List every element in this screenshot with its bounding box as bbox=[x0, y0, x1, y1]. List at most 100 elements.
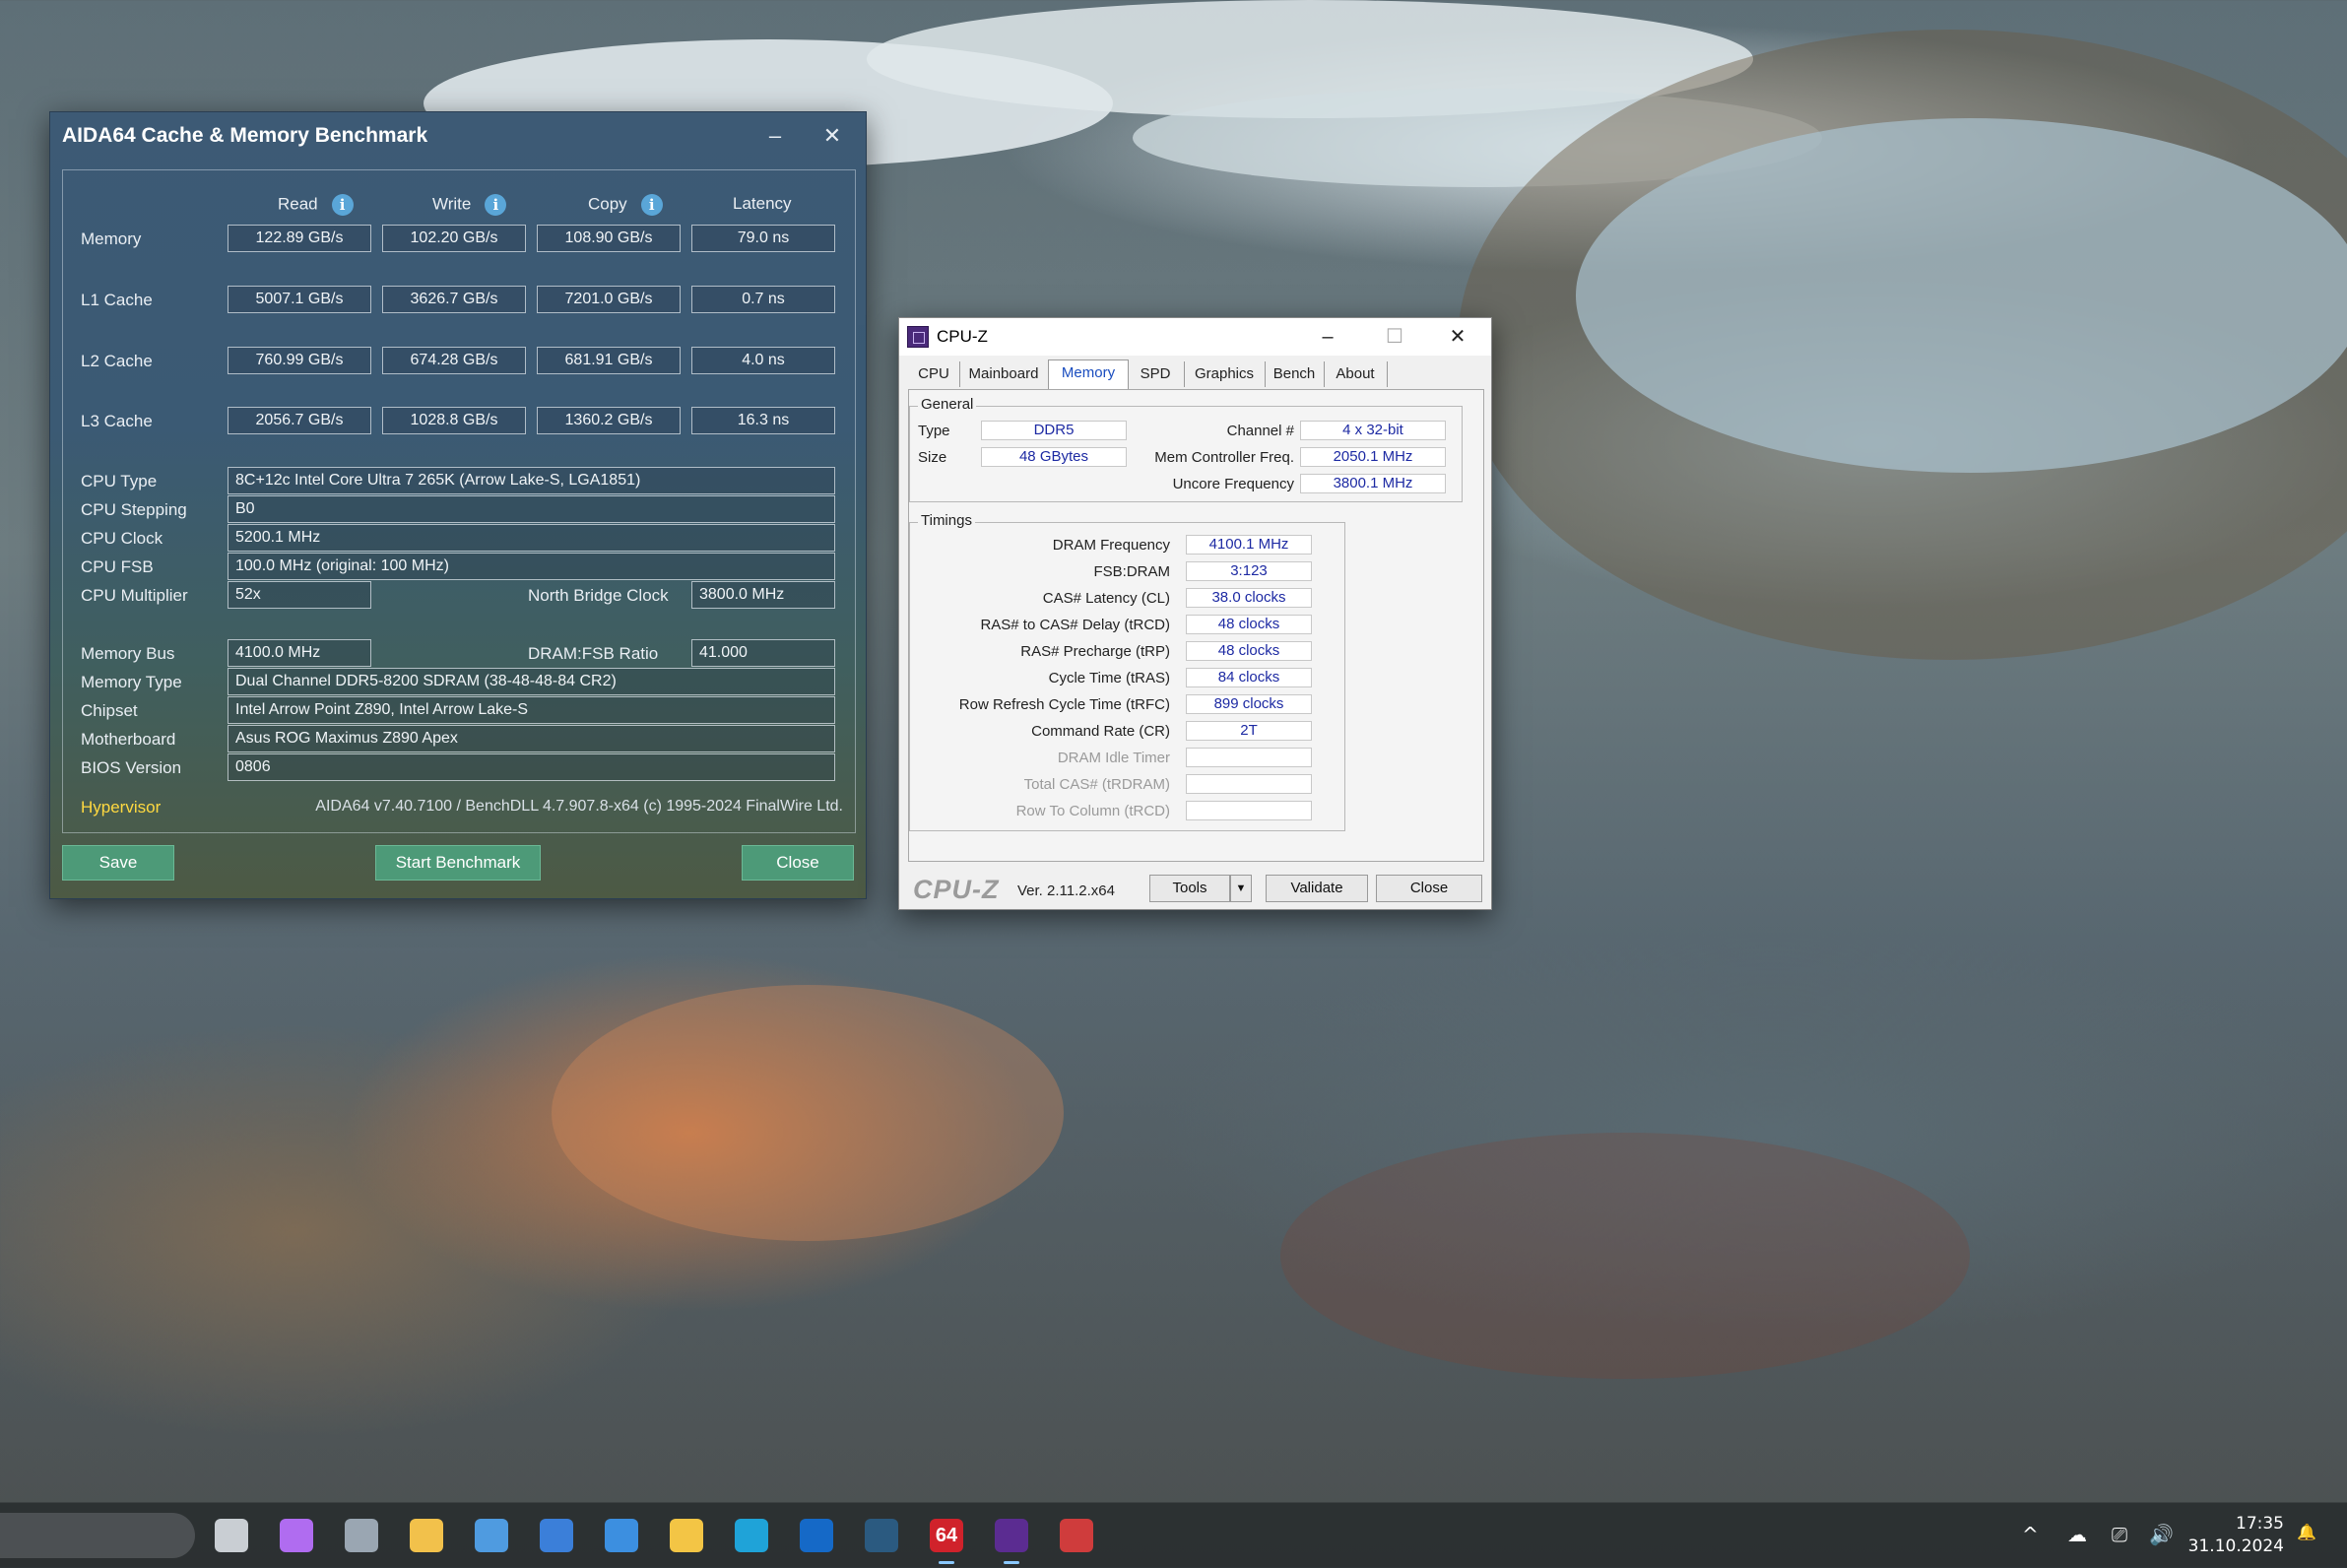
bios-version-value: 0806 bbox=[228, 753, 835, 781]
taskbar-clock[interactable]: 17:35 31.10.2024 bbox=[2188, 1513, 2284, 1558]
control-panel-icon[interactable] bbox=[475, 1519, 508, 1552]
close-button[interactable]: Close bbox=[742, 845, 854, 881]
l3-latency-value: 16.3 ns bbox=[691, 407, 835, 434]
outlook-icon[interactable] bbox=[800, 1519, 833, 1552]
cpu-stepping-label: CPU Stepping bbox=[81, 500, 187, 519]
timing-label: Total CAS# (tRDRAM) bbox=[1023, 776, 1170, 793]
bios-version-label: BIOS Version bbox=[81, 758, 182, 777]
memory-type-label: Memory Type bbox=[81, 673, 182, 691]
uncore-frequency-value: 3800.1 MHz bbox=[1300, 474, 1446, 493]
aida-titlebar[interactable]: AIDA64 Cache & Memory Benchmark – ✕ bbox=[50, 112, 866, 162]
cpu-type-label: CPU Type bbox=[81, 472, 158, 490]
tab-memory[interactable]: Memory bbox=[1048, 359, 1129, 390]
device-tool-icon[interactable] bbox=[1060, 1519, 1093, 1552]
tools-dropdown-icon[interactable]: ▼ bbox=[1230, 875, 1252, 902]
general-group-title: General bbox=[918, 396, 977, 413]
l2-copy-value: 681.91 GB/s bbox=[537, 347, 681, 374]
tab-cpu[interactable]: CPU bbox=[908, 361, 960, 387]
north-bridge-clock-value: 3800.0 MHz bbox=[691, 581, 835, 609]
timing-label: RAS# Precharge (tRP) bbox=[1020, 643, 1170, 660]
steam-icon[interactable] bbox=[865, 1519, 898, 1552]
aida64-window[interactable]: AIDA64 Cache & Memory Benchmark – ✕ Read… bbox=[49, 111, 867, 899]
cpu-clock-label: CPU Clock bbox=[81, 529, 163, 548]
aida64-icon[interactable]: 64 bbox=[930, 1519, 963, 1564]
timing-value: 2T bbox=[1186, 721, 1312, 741]
network-icon[interactable]: ⎚ bbox=[2112, 1523, 2127, 1546]
cpuz-bottom-bar: CPU-Z Ver. 2.11.2.x64 Tools ▼ Validate C… bbox=[899, 867, 1491, 906]
l2-read-value: 760.99 GB/s bbox=[228, 347, 371, 374]
column-header-write: Write i bbox=[432, 194, 507, 216]
tab-bench[interactable]: Bench bbox=[1265, 361, 1325, 387]
file-explorer-icon[interactable] bbox=[670, 1519, 703, 1552]
cpuz-minimize-button[interactable]: – bbox=[1298, 322, 1357, 352]
taskbar: 64 ^ ☁ ⎚ 🔊 17:35 31.10.2024 🔔 bbox=[0, 1502, 2347, 1568]
wallpaper-pool bbox=[1576, 118, 2347, 473]
tab-spd[interactable]: SPD bbox=[1127, 361, 1185, 387]
cpuz-app-icon bbox=[907, 326, 929, 348]
aida-window-title: AIDA64 Cache & Memory Benchmark bbox=[62, 124, 428, 147]
cpuz-close-button[interactable]: ✕ bbox=[1428, 322, 1487, 352]
aida-minimize-button[interactable]: – bbox=[755, 122, 795, 152]
timing-label: CAS# Latency (CL) bbox=[1042, 590, 1170, 607]
memory-copy-value: 108.90 GB/s bbox=[537, 225, 681, 252]
task-view-icon[interactable] bbox=[215, 1519, 248, 1552]
size-label: Size bbox=[918, 449, 947, 466]
l3-write-value: 1028.8 GB/s bbox=[382, 407, 526, 434]
l2-latency-value: 4.0 ns bbox=[691, 347, 835, 374]
timing-value bbox=[1186, 801, 1312, 820]
validate-button[interactable]: Validate bbox=[1266, 875, 1368, 902]
dram-fsb-ratio-value: 41.000 bbox=[691, 639, 835, 667]
cpuz-window[interactable]: CPU-Z – ☐ ✕ CPU Mainboard Memory SPD Gra… bbox=[898, 317, 1492, 910]
type-label: Type bbox=[918, 423, 950, 439]
volume-icon[interactable]: 🔊 bbox=[2149, 1523, 2174, 1546]
save-button[interactable]: Save bbox=[62, 845, 174, 881]
microsoft-store-icon[interactable] bbox=[410, 1519, 443, 1552]
mem-controller-freq-label: Mem Controller Freq. bbox=[1154, 449, 1294, 466]
notification-bell-icon[interactable]: 🔔 bbox=[2297, 1523, 2316, 1541]
tools-button[interactable]: Tools bbox=[1149, 875, 1230, 902]
tab-mainboard[interactable]: Mainboard bbox=[959, 361, 1049, 387]
motherboard-label: Motherboard bbox=[81, 730, 176, 749]
timing-label: Row Refresh Cycle Time (tRFC) bbox=[958, 696, 1170, 713]
cpuz-close-dialog-button[interactable]: Close bbox=[1376, 875, 1482, 902]
cpu-fsb-label: CPU FSB bbox=[81, 557, 154, 576]
start-benchmark-button[interactable]: Start Benchmark bbox=[375, 845, 541, 881]
dram-fsb-ratio-label: DRAM:FSB Ratio bbox=[528, 644, 659, 663]
info-icon[interactable]: i bbox=[331, 194, 354, 216]
info-icon[interactable]: i bbox=[485, 194, 507, 216]
timing-value: 38.0 clocks bbox=[1186, 588, 1312, 608]
edge-icon[interactable] bbox=[735, 1519, 768, 1552]
cpuz-icon[interactable] bbox=[995, 1519, 1028, 1564]
tab-graphics[interactable]: Graphics bbox=[1184, 361, 1266, 387]
cloud-icon[interactable]: ☁ bbox=[2067, 1523, 2087, 1546]
photos-icon[interactable] bbox=[540, 1519, 573, 1552]
cpu-stepping-value: B0 bbox=[228, 495, 835, 523]
memory-latency-value: 79.0 ns bbox=[691, 225, 835, 252]
hypervisor-link[interactable]: Hypervisor bbox=[81, 798, 161, 817]
timing-value: 48 clocks bbox=[1186, 615, 1312, 634]
column-header-latency: Latency bbox=[733, 194, 792, 213]
timing-label: DRAM Idle Timer bbox=[1057, 750, 1170, 766]
column-header-copy: Copy i bbox=[588, 194, 663, 216]
tray-chevron-icon[interactable]: ^ bbox=[2022, 1523, 2039, 1546]
cpuz-maximize-button[interactable]: ☐ bbox=[1365, 322, 1424, 352]
timing-value: 899 clocks bbox=[1186, 694, 1312, 714]
taskbar-time: 17:35 bbox=[2236, 1514, 2284, 1534]
uncore-frequency-label: Uncore Frequency bbox=[1172, 476, 1294, 492]
tab-about[interactable]: About bbox=[1324, 361, 1388, 387]
l1-latency-value: 0.7 ns bbox=[691, 286, 835, 313]
aida-close-button[interactable]: ✕ bbox=[813, 122, 852, 152]
cpuz-window-title: CPU-Z bbox=[937, 327, 988, 346]
channel-value: 4 x 32-bit bbox=[1300, 421, 1446, 440]
cpuz-titlebar[interactable]: CPU-Z – ☐ ✕ bbox=[899, 318, 1491, 356]
calculator-icon[interactable] bbox=[345, 1519, 378, 1552]
timing-value: 3:123 bbox=[1186, 561, 1312, 581]
task-manager-icon[interactable] bbox=[605, 1519, 638, 1552]
copilot-icon[interactable] bbox=[280, 1519, 313, 1552]
info-icon[interactable]: i bbox=[640, 194, 663, 216]
column-label: Copy bbox=[588, 194, 627, 214]
type-value: DDR5 bbox=[981, 421, 1127, 440]
taskbar-search-box[interactable] bbox=[0, 1513, 195, 1558]
chipset-value: Intel Arrow Point Z890, Intel Arrow Lake… bbox=[228, 696, 835, 724]
row-label-l3: L3 Cache bbox=[81, 412, 153, 430]
